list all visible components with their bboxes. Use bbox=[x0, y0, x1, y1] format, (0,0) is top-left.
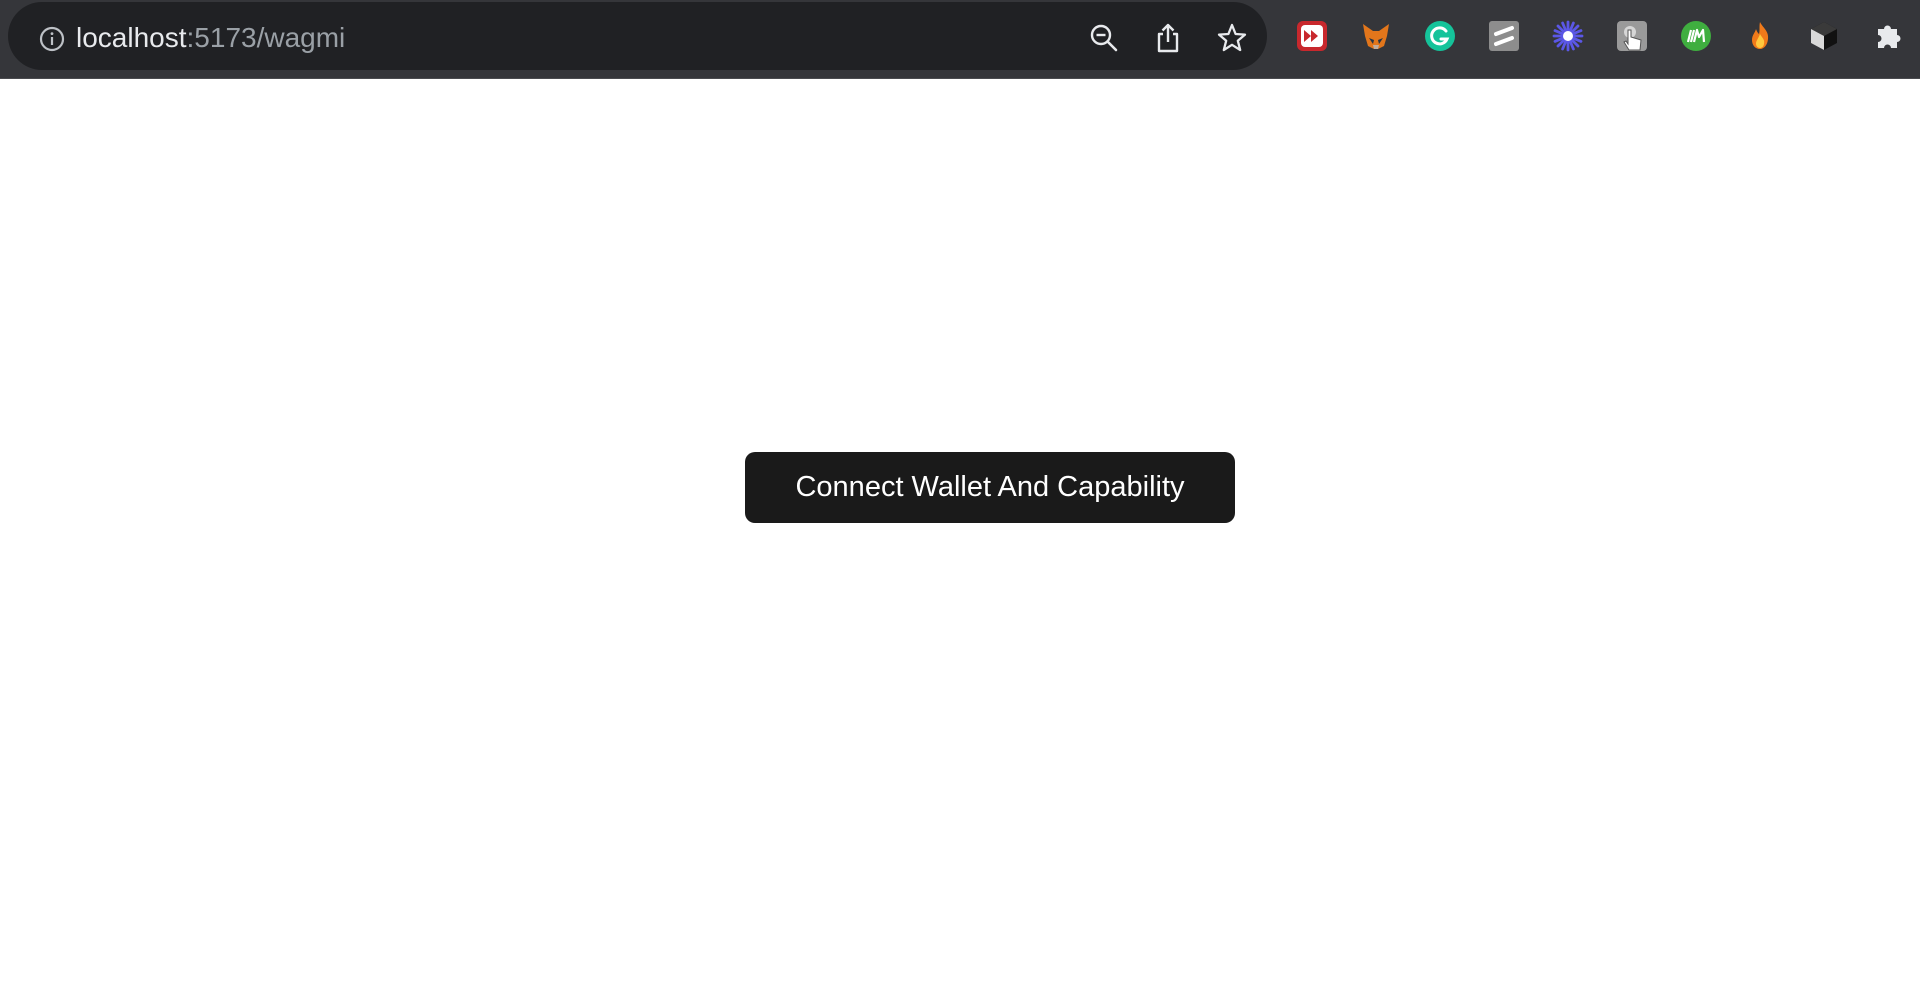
cube-extension-icon[interactable] bbox=[1808, 20, 1840, 52]
grammarly-icon[interactable] bbox=[1424, 20, 1456, 52]
touch-extension-icon[interactable] bbox=[1616, 20, 1648, 52]
url-host: localhost bbox=[76, 22, 187, 53]
metamask-fox-icon[interactable] bbox=[1360, 20, 1392, 52]
url-path: :5173/wagmi bbox=[186, 22, 346, 53]
page-content bbox=[0, 79, 1920, 994]
connect-wallet-button[interactable]: Connect Wallet And Capability bbox=[745, 452, 1235, 523]
fast-forward-extension-icon[interactable] bbox=[1296, 20, 1328, 52]
puzzle-extensions-icon[interactable] bbox=[1872, 20, 1904, 52]
url-text[interactable]: localhost:5173/wagmi bbox=[76, 21, 345, 55]
browser-toolbar: localhost:5173/wagmi bbox=[0, 0, 1920, 79]
zoom-out-icon[interactable] bbox=[1088, 22, 1120, 54]
address-bar[interactable]: localhost:5173/wagmi bbox=[8, 2, 1267, 70]
share-icon[interactable] bbox=[1152, 22, 1184, 54]
star-icon[interactable] bbox=[1216, 22, 1248, 54]
info-icon[interactable] bbox=[38, 25, 66, 53]
slash-extension-icon[interactable] bbox=[1488, 20, 1520, 52]
flame-extension-icon[interactable] bbox=[1744, 20, 1776, 52]
im-extension-icon[interactable] bbox=[1680, 20, 1712, 52]
sun-burst-extension-icon[interactable] bbox=[1552, 20, 1584, 52]
